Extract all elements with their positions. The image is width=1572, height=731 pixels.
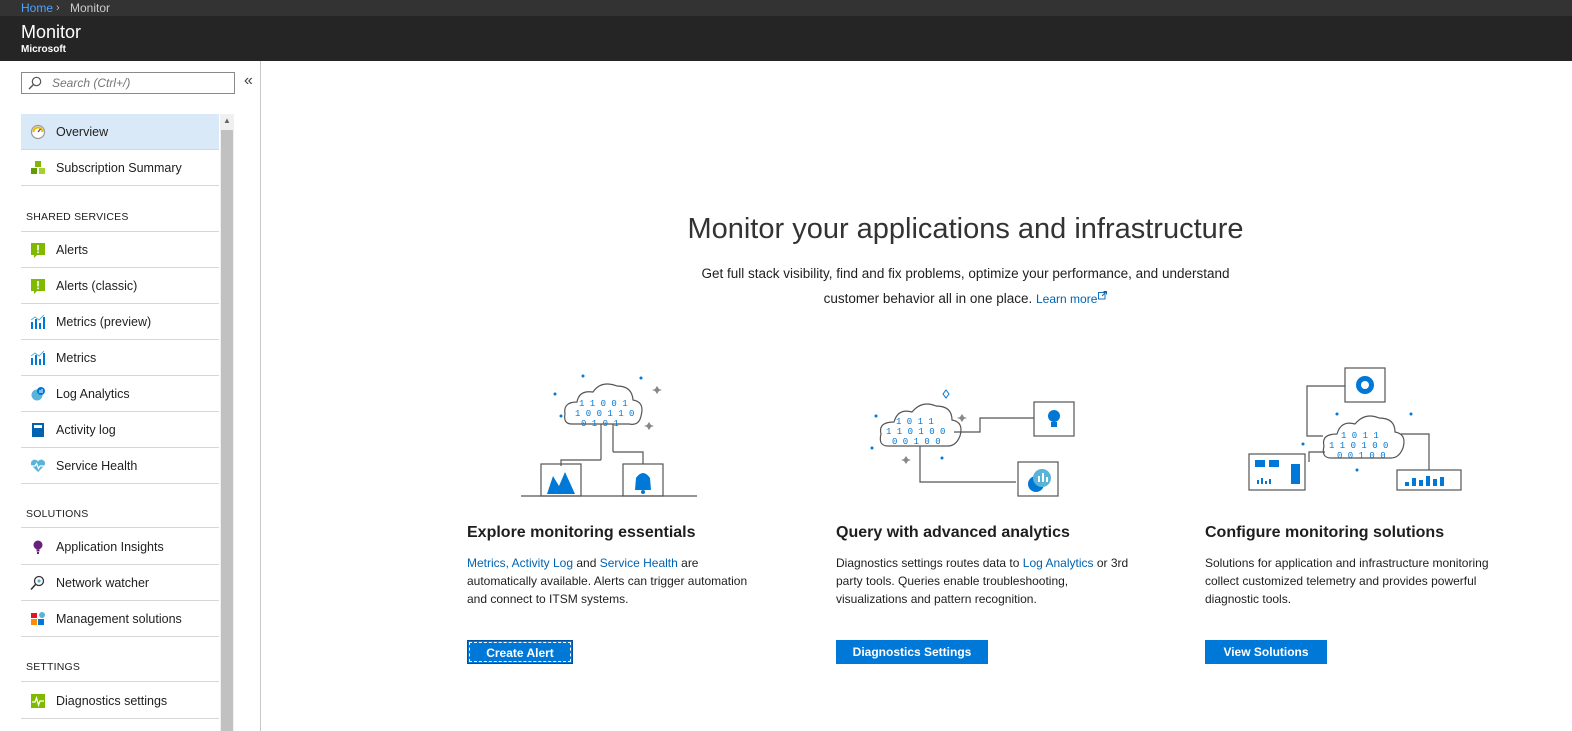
- sidebar-item-label: Management solutions: [56, 612, 182, 626]
- sidebar-item-overview[interactable]: Overview: [21, 114, 219, 150]
- sidebar-item-log-analytics[interactable]: Log Analytics: [21, 376, 219, 412]
- metrics-link[interactable]: Metrics,: [467, 556, 509, 570]
- sidebar-item-alerts-classic[interactable]: Alerts (classic): [21, 268, 219, 304]
- bar-chart-icon: [30, 314, 45, 329]
- sidebar-item-label: Subscription Summary: [56, 161, 182, 175]
- sidebar-item-label: Metrics (preview): [56, 315, 152, 329]
- search-input[interactable]: [52, 75, 232, 91]
- sidebar-item-management-solutions[interactable]: Management solutions: [21, 601, 219, 637]
- search-icon: [28, 76, 42, 90]
- hero-desc-line1: Get full stack visibility, find and fix …: [701, 266, 1230, 281]
- breadcrumb-current: Monitor: [70, 1, 111, 15]
- divider: [21, 527, 219, 528]
- alert-icon: [31, 243, 45, 258]
- svg-text:1 0 0 1 1 0: 1 0 0 1 1 0: [575, 409, 634, 419]
- card-title: Configure monitoring solutions: [1205, 524, 1445, 541]
- cloud-monitoring-illustration: 1 1 0 0 11 0 0 1 1 00 1 0 1: [521, 374, 697, 497]
- search-box[interactable]: [21, 72, 235, 94]
- service-health-link[interactable]: Service Health: [600, 556, 678, 570]
- solutions-illustration: 1 0 1 11 1 0 1 0 00 0 1 0 0: [1248, 367, 1462, 491]
- log-analytics-icon: [31, 387, 45, 401]
- lightbulb-icon: [33, 540, 43, 554]
- book-icon: [32, 423, 44, 437]
- section-heading-settings: SETTINGS: [26, 661, 81, 673]
- network-icon: [30, 575, 45, 591]
- svg-text:1 1 0 1 0 0: 1 1 0 1 0 0: [1329, 441, 1388, 451]
- card-desc-text: Diagnostics settings routes data to: [836, 556, 1020, 570]
- sidebar-item-label: Alerts: [56, 243, 88, 257]
- hero-desc-line2: customer behavior all in one place.: [823, 291, 1033, 306]
- section-heading-solutions: SOLUTIONS: [26, 508, 89, 520]
- section-heading-shared-services: SHARED SERVICES: [26, 211, 129, 223]
- svg-text:0 1 0 1: 0 1 0 1: [581, 419, 619, 429]
- card-description: Solutions for application and infrastruc…: [1205, 556, 1489, 606]
- sidebar-item-network-watcher[interactable]: Network watcher: [21, 565, 219, 601]
- hero-title: Monitor your applications and infrastruc…: [687, 213, 1244, 245]
- card-title: Explore monitoring essentials: [467, 524, 696, 541]
- breadcrumb-home-link[interactable]: Home: [21, 1, 53, 15]
- sidebar-item-label: Alerts (classic): [56, 279, 138, 293]
- page-title: Monitor: [21, 22, 82, 42]
- bar-chart-icon: [30, 350, 45, 365]
- sidebar-item-label: Metrics: [56, 351, 97, 365]
- heart-icon: [30, 459, 46, 472]
- breadcrumb: Home › Monitor: [0, 0, 1572, 16]
- svg-text:1 0 1 1: 1 0 1 1: [896, 417, 934, 427]
- sidebar-item-metrics-preview[interactable]: Metrics (preview): [21, 304, 219, 340]
- sidebar-item-label: Application Insights: [56, 540, 164, 554]
- cubes-icon: [31, 161, 45, 174]
- gauge-icon: [30, 124, 46, 140]
- diagnostics-settings-button[interactable]: Diagnostics Settings: [836, 640, 988, 664]
- breadcrumb-chevron-icon: ›: [56, 2, 60, 14]
- svg-text:1 1 0 1 0 0: 1 1 0 1 0 0: [886, 427, 945, 437]
- card-title: Query with advanced analytics: [836, 524, 1070, 541]
- sidebar-item-label: Service Health: [56, 459, 138, 473]
- alert-icon: [31, 279, 45, 294]
- sidebar-item-diagnostics-settings[interactable]: Diagnostics settings: [21, 683, 219, 719]
- svg-text:1 1 0 0 1: 1 1 0 0 1: [579, 399, 628, 409]
- scrollbar-thumb[interactable]: [221, 130, 233, 731]
- diagnostics-icon: [31, 694, 45, 708]
- card-description: Diagnostics settings routes data to Log …: [836, 554, 1136, 608]
- card-desc-text: and: [576, 556, 597, 570]
- sidebar-item-subscription-summary[interactable]: Subscription Summary: [21, 150, 219, 186]
- page-subtitle: Microsoft: [21, 44, 66, 55]
- svg-text:0 0 1 0 0: 0 0 1 0 0: [892, 437, 941, 447]
- view-solutions-button[interactable]: View Solutions: [1205, 640, 1327, 664]
- svg-text:0 0 1 0 0: 0 0 1 0 0: [1337, 451, 1386, 461]
- learn-more-label: Learn more: [1036, 292, 1098, 306]
- sidebar-item-label: Diagnostics settings: [56, 694, 168, 708]
- sidebar-item-label: Log Analytics: [56, 387, 130, 401]
- sidebar-item-alerts[interactable]: Alerts: [21, 232, 219, 268]
- log-analytics-link[interactable]: Log Analytics: [1023, 556, 1094, 570]
- activity-log-link[interactable]: Activity Log: [512, 556, 573, 570]
- sidebar-item-activity-log[interactable]: Activity log: [21, 412, 219, 448]
- collapse-sidebar-icon[interactable]: «: [244, 72, 253, 90]
- sidebar-item-label: Network watcher: [56, 576, 150, 590]
- card-description: Metrics, Activity Log and Service Health…: [467, 554, 767, 608]
- hero-description: Get full stack visibility, find and fix …: [640, 261, 1291, 312]
- analytics-illustration: 1 0 1 11 1 0 1 0 00 0 1 0 0: [870, 389, 1075, 497]
- divider: [21, 681, 219, 682]
- scroll-up-icon[interactable]: ▲: [220, 114, 234, 128]
- external-link-icon: [1098, 291, 1108, 300]
- solutions-icon: [31, 612, 45, 625]
- sidebar-item-label: Overview: [56, 125, 109, 139]
- svg-text:1 0 1 1: 1 0 1 1: [1341, 431, 1379, 441]
- sidebar-item-service-health[interactable]: Service Health: [21, 448, 219, 484]
- sidebar-scrollbar[interactable]: ▲: [220, 114, 234, 731]
- sidebar: « Overview Subscription Summary SHARED S…: [0, 61, 261, 731]
- sidebar-item-label: Activity log: [56, 423, 116, 437]
- create-alert-button[interactable]: Create Alert: [467, 640, 573, 664]
- learn-more-link[interactable]: Learn more: [1036, 291, 1108, 306]
- sidebar-item-application-insights[interactable]: Application Insights: [21, 529, 219, 565]
- sidebar-item-metrics[interactable]: Metrics: [21, 340, 219, 376]
- top-header: Home › Monitor Monitor Microsoft: [0, 0, 1572, 61]
